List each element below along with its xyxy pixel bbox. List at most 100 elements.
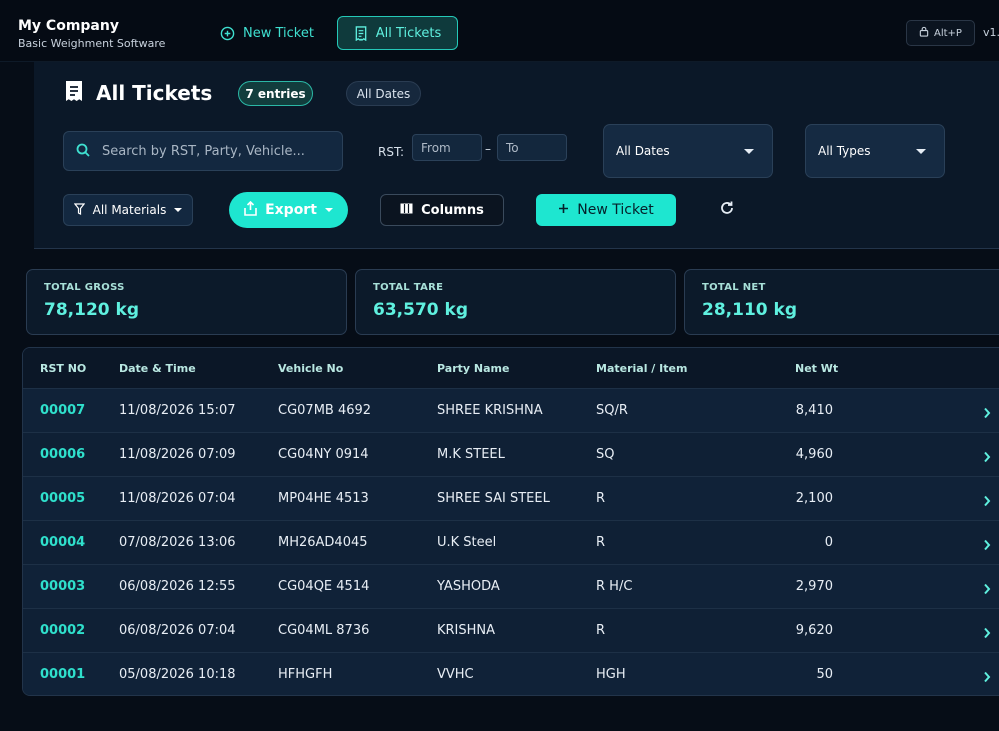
chevron-right-icon[interactable] — [983, 668, 991, 687]
nav-new-ticket-button[interactable]: New Ticket — [208, 16, 326, 50]
lock-icon — [919, 26, 929, 40]
rst-number: 00007 — [40, 403, 86, 418]
total-net-value: 28,110 kg — [702, 300, 797, 320]
rst-from-input[interactable]: From — [412, 134, 482, 161]
table-row[interactable]: 00004 07/08/2026 13:06 MH26AD4045 U.K St… — [23, 520, 999, 564]
new-ticket-label: New Ticket — [577, 202, 654, 218]
receipt-icon — [354, 25, 368, 41]
column-header-material[interactable]: Material / Item — [596, 362, 687, 375]
export-button[interactable]: Export — [229, 192, 348, 228]
plus-circle-icon — [220, 26, 235, 41]
rst-number: 00004 — [40, 535, 86, 550]
vehicle-number: HFHGFH — [278, 667, 333, 682]
nav-all-tickets-label: All Tickets — [375, 25, 442, 41]
rst-number: 00005 — [40, 491, 86, 506]
column-header-vehicle[interactable]: Vehicle No — [278, 362, 343, 375]
party-name: SHREE KRISHNA — [437, 403, 543, 418]
party-name: M.K STEEL — [437, 447, 505, 462]
export-label: Export — [265, 202, 317, 218]
chevron-right-icon[interactable] — [983, 492, 991, 511]
columns-label: Columns — [421, 202, 484, 218]
material: R H/C — [596, 579, 633, 594]
total-tare-card: TOTAL TARE 63,570 kg — [355, 269, 676, 335]
vehicle-number: CG04QE 4514 — [278, 579, 370, 594]
party-name: VVHC — [437, 667, 474, 682]
plus-icon — [558, 202, 569, 218]
page-header: All Tickets — [64, 80, 212, 106]
rst-to-input[interactable]: To — [497, 134, 567, 161]
column-header-datetime[interactable]: Date & Time — [119, 362, 196, 375]
vehicle-number: MP04HE 4513 — [278, 491, 369, 506]
receipt-icon — [64, 80, 84, 106]
vehicle-number: CG04NY 0914 — [278, 447, 369, 462]
date-time: 11/08/2026 07:04 — [119, 491, 236, 506]
refresh-icon[interactable] — [719, 200, 735, 220]
table-row[interactable]: 00005 11/08/2026 07:04 MP04HE 4513 SHREE… — [23, 476, 999, 520]
material: R — [596, 535, 606, 550]
table-row[interactable]: 00002 06/08/2026 07:04 CG04ML 8736 KRISH… — [23, 608, 999, 652]
rst-number: 00002 — [40, 623, 86, 638]
chevron-right-icon[interactable] — [983, 580, 991, 599]
table-row[interactable]: 00003 06/08/2026 12:55 CG04QE 4514 YASHO… — [23, 564, 999, 608]
table-header: RST NO Date & Time Vehicle No Party Name… — [23, 348, 999, 388]
search-input[interactable] — [102, 143, 322, 159]
filter-panel: All Tickets 7 entries All Dates RST: Fro… — [34, 62, 999, 249]
date-time: 06/08/2026 12:55 — [119, 579, 236, 594]
new-ticket-button[interactable]: New Ticket — [536, 194, 676, 226]
net-weight: 2,100 — [795, 491, 833, 506]
party-name: KRISHNA — [437, 623, 496, 638]
version-label: v1.0 — [983, 26, 999, 39]
shortcut-label: Alt+P — [934, 27, 962, 39]
columns-button[interactable]: Columns — [380, 194, 504, 226]
chevron-down-icon — [324, 208, 333, 212]
material: R — [596, 623, 606, 638]
total-net-card: TOTAL NET 28,110 kg — [684, 269, 999, 335]
top-bar: My Company Basic Weighment Software New … — [0, 0, 999, 62]
page-title: All Tickets — [96, 81, 213, 105]
chevron-down-icon — [916, 148, 926, 154]
net-weight: 4,960 — [795, 447, 833, 462]
export-icon — [244, 200, 257, 220]
column-header-rst[interactable]: RST NO — [40, 362, 86, 375]
party-name: SHREE SAI STEEL — [437, 491, 550, 506]
table-row[interactable]: 00006 11/08/2026 07:09 CG04NY 0914 M.K S… — [23, 432, 999, 476]
nav-all-tickets-button[interactable]: All Tickets — [337, 16, 458, 50]
filter-icon — [73, 202, 85, 218]
date-filter-select[interactable]: All Dates — [603, 124, 773, 178]
search-box — [63, 131, 343, 171]
total-tare-value: 63,570 kg — [373, 300, 468, 320]
party-name: YASHODA — [437, 579, 500, 594]
columns-icon — [400, 203, 413, 218]
column-header-net-weight[interactable]: Net Wt — [795, 362, 838, 375]
net-weight: 2,970 — [795, 579, 833, 594]
chevron-right-icon[interactable] — [983, 448, 991, 467]
date-time: 06/08/2026 07:04 — [119, 623, 236, 638]
company-subtitle: Basic Weighment Software — [18, 37, 166, 50]
type-filter-select[interactable]: All Types — [805, 124, 945, 178]
chevron-right-icon[interactable] — [983, 624, 991, 643]
date-time: 05/08/2026 10:18 — [119, 667, 236, 682]
table-row[interactable]: 00001 05/08/2026 10:18 HFHGFH VVHC HGH 5… — [23, 652, 999, 695]
column-header-party[interactable]: Party Name — [437, 362, 509, 375]
tickets-table: RST NO Date & Time Vehicle No Party Name… — [22, 347, 999, 696]
total-tare-label: TOTAL TARE — [373, 282, 444, 293]
type-filter-value: All Types — [818, 144, 871, 158]
material: R — [596, 491, 606, 506]
vehicle-number: CG07MB 4692 — [278, 403, 372, 418]
chevron-right-icon[interactable] — [983, 404, 991, 423]
net-weight: 0 — [824, 535, 833, 550]
entries-count-badge: 7 entries — [238, 81, 313, 106]
print-shortcut-button[interactable]: Alt+P — [906, 20, 975, 46]
materials-filter-button[interactable]: All Materials — [63, 194, 193, 226]
chevron-right-icon[interactable] — [983, 536, 991, 555]
search-icon — [76, 142, 90, 161]
net-weight: 50 — [816, 667, 833, 682]
table-row[interactable]: 00007 11/08/2026 15:07 CG07MB 4692 SHREE… — [23, 388, 999, 432]
net-weight: 8,410 — [795, 403, 833, 418]
date-time: 07/08/2026 13:06 — [119, 535, 236, 550]
material: HGH — [596, 667, 626, 682]
nav-new-ticket-label: New Ticket — [243, 25, 314, 41]
date-filter-value: All Dates — [616, 144, 670, 158]
total-gross-label: TOTAL GROSS — [44, 282, 125, 293]
rst-range-separator: – — [485, 142, 491, 156]
